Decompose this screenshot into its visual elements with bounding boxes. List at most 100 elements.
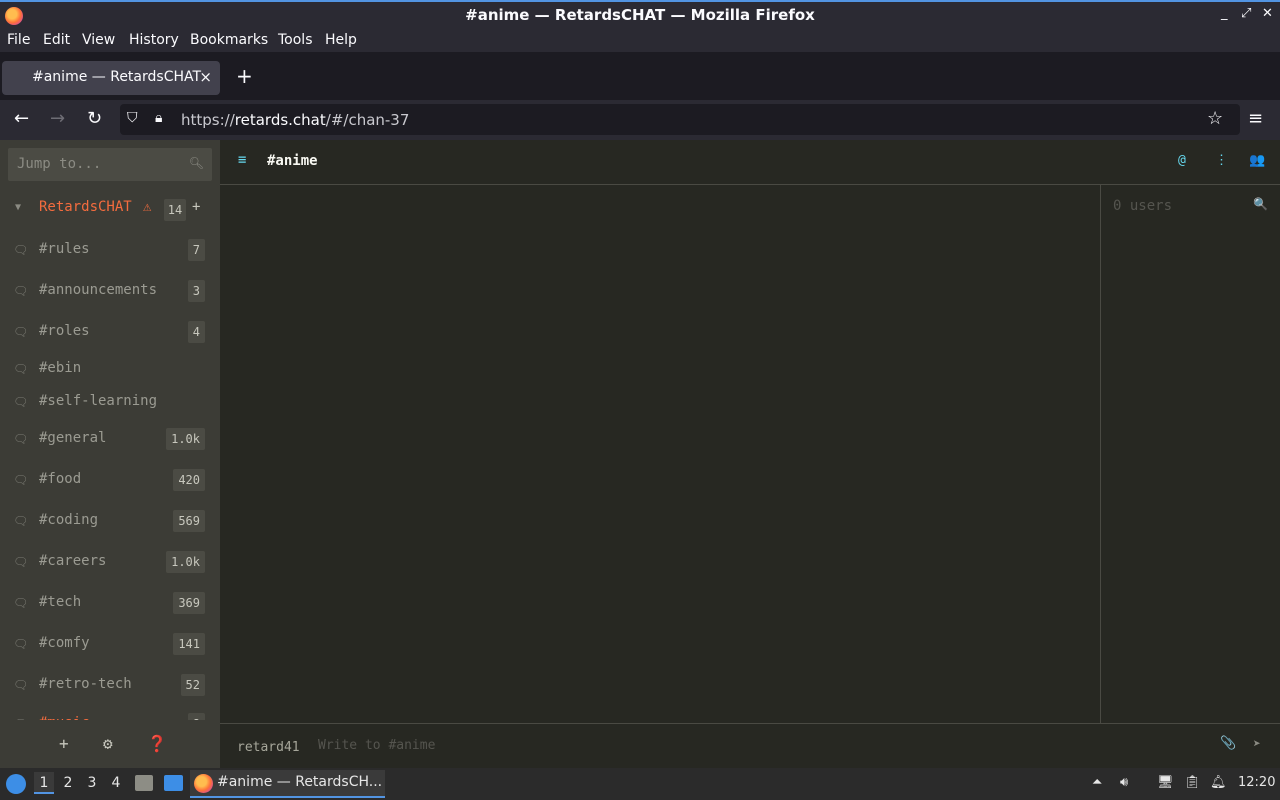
channel-name: #tech [39, 594, 82, 610]
start-menu-icon[interactable] [6, 774, 26, 794]
minimize-icon[interactable]: _ [1221, 6, 1228, 21]
workspace-4[interactable]: 4 [106, 775, 126, 791]
unread-badge: 1.0k [166, 428, 205, 450]
nickname[interactable]: retard41 [237, 740, 300, 755]
close-icon[interactable]: ✕ [1262, 6, 1273, 21]
back-icon[interactable]: ← [14, 108, 29, 129]
connect-network-button[interactable]: + [59, 734, 69, 753]
message-area [220, 185, 1100, 723]
chat-bubble-icon: 🗨︎ [13, 362, 29, 376]
volume-icon[interactable]: 🔊︎ [1120, 775, 1128, 790]
channel-name: #comfy [39, 635, 90, 651]
settings-gear-icon[interactable]: ⚙ [103, 734, 113, 753]
message-input[interactable]: Write to #anime [318, 738, 435, 753]
unread-badge: 369 [173, 592, 205, 614]
chat-bubble-icon: 🗨︎ [13, 473, 29, 487]
jump-placeholder: Jump to... [17, 156, 102, 172]
new-tab-button[interactable]: + [236, 64, 253, 88]
channel-name: #general [39, 430, 107, 446]
tab-anime[interactable]: #anime — RetardsCHAT × [2, 61, 220, 95]
mentions-icon[interactable]: @ [1178, 153, 1186, 168]
tab-title: #anime — RetardsCHAT [32, 69, 202, 85]
url-scheme: https:// [181, 111, 235, 129]
menu-edit[interactable]: Edit [43, 32, 70, 48]
unread-badge: 569 [173, 510, 205, 532]
chat-bubble-icon: 🗨︎ [13, 284, 29, 298]
channel-item[interactable]: 🗨︎ #rules 7 [0, 236, 220, 266]
channel-item[interactable]: 🗨︎ #careers 1.0k [0, 548, 220, 578]
attach-icon[interactable]: 📎 [1220, 736, 1236, 751]
network-name[interactable]: RetardsCHAT [39, 199, 132, 215]
desktop-icon[interactable] [164, 775, 183, 791]
workspace-2[interactable]: 2 [58, 775, 78, 791]
channel-name: #coding [39, 512, 99, 528]
channel-item[interactable]: 🗨︎ #ebin [0, 355, 220, 385]
user-list-toggle-icon[interactable]: 👥 [1249, 153, 1265, 168]
menu-tools[interactable]: Tools [278, 32, 313, 48]
tray-up-icon[interactable]: ⏶ [1092, 775, 1102, 790]
channel-name: #announcements [39, 282, 158, 298]
channel-item[interactable]: 🗨︎ #roles 4 [0, 318, 220, 348]
user-list: 0 users 🔍 [1100, 185, 1280, 723]
chat-bubble-icon: 🗨︎ [13, 514, 29, 528]
jump-to-input[interactable]: Jump to... 🔍︎ [8, 148, 212, 181]
menu-help[interactable]: Help [325, 32, 357, 48]
unread-badge: 52 [180, 674, 205, 696]
notification-icon[interactable]: 🔔︎ [1210, 775, 1227, 790]
more-options-icon[interactable]: ⋮ [1215, 153, 1228, 168]
shield-icon[interactable]: ⛉ [127, 110, 138, 126]
clipboard-icon[interactable]: 📋︎ [1184, 775, 1201, 790]
clock[interactable]: 12:20 [1238, 775, 1275, 790]
file-manager-icon[interactable] [135, 775, 153, 791]
window-titlebar: #anime — RetardsCHAT — Mozilla Firefox _… [0, 0, 1280, 30]
menubar: File Edit View History Bookmarks Tools H… [0, 30, 1280, 52]
user-count[interactable]: 0 users [1113, 198, 1172, 214]
forward-icon[interactable]: → [50, 108, 65, 129]
unread-badge: 3 [187, 280, 205, 302]
send-icon[interactable]: ➤ [1253, 737, 1261, 752]
collapse-arrow-icon[interactable]: ▼ [15, 202, 21, 213]
url-text[interactable]: https://retards.chat/#/chan-37 [181, 111, 409, 129]
channel-item[interactable]: 🗨︎ #retro-tech 52 [0, 671, 220, 701]
sidebar-toggle-icon[interactable]: ≡ [238, 152, 246, 168]
menu-view[interactable]: View [82, 32, 115, 48]
channel-item[interactable]: 🗨︎ #tech 369 [0, 589, 220, 619]
chat-bubble-icon: 🗨︎ [13, 432, 29, 446]
workspace-1[interactable]: 1 [34, 772, 54, 794]
network-icon[interactable]: 🖥︎ [1157, 775, 1174, 790]
bookmark-star-icon[interactable]: ☆ [1207, 108, 1223, 129]
tab-bar: #anime — RetardsCHAT × + [0, 52, 1280, 100]
workspace-3[interactable]: 3 [82, 775, 102, 791]
maximize-icon[interactable]: ⤢ [1241, 6, 1251, 21]
menu-bookmarks[interactable]: Bookmarks [190, 32, 268, 48]
menu-file[interactable]: File [7, 32, 30, 48]
lock-icon[interactable]: 🔒︎ [155, 110, 162, 126]
reload-icon[interactable]: ↻ [87, 108, 102, 129]
search-icon: 🔍︎ [188, 156, 204, 170]
chat-bubble-icon: 🗨︎ [13, 555, 29, 569]
window-title: #anime — RetardsCHAT — Mozilla Firefox [465, 6, 815, 24]
network-row[interactable]: ▼ RetardsCHAT ⚠ 14 + [0, 190, 220, 226]
tab-close-icon[interactable]: × [199, 68, 212, 86]
channel-item[interactable]: 🗨︎ #self-learning [0, 388, 220, 418]
firefox-icon [194, 774, 213, 793]
channel-header: ≡ #anime @ ⋮ 👥 [220, 140, 1280, 185]
hamburger-menu-icon[interactable]: ≡ [1248, 108, 1263, 129]
chat-bubble-icon: 🗨︎ [13, 243, 29, 257]
channel-item[interactable]: 🗨︎ #coding 569 [0, 507, 220, 537]
channel-item[interactable]: 🗨︎ #general 1.0k [0, 425, 220, 455]
url-bar[interactable]: ⛉ 🔒︎ https://retards.chat/#/chan-37 ☆ [120, 104, 1240, 135]
join-channel-button[interactable]: + [192, 199, 200, 215]
chat-bubble-icon: 🗨︎ [13, 637, 29, 651]
channel-item[interactable]: 🗨︎ #comfy 141 [0, 630, 220, 660]
chat-bubble-icon: 🗨︎ [13, 678, 29, 692]
channel-name: #careers [39, 553, 107, 569]
channel-item[interactable]: 🗨︎ #announcements 3 [0, 277, 220, 307]
help-icon[interactable]: ❓ [147, 734, 167, 753]
user-search-icon[interactable]: 🔍 [1253, 197, 1268, 211]
taskbar-firefox-task[interactable]: #anime — RetardsCH... [190, 770, 385, 798]
channel-item[interactable]: 🗨︎ #food 420 [0, 466, 220, 496]
menu-history[interactable]: History [129, 32, 179, 48]
task-title: #anime — RetardsCH... [217, 774, 383, 790]
unread-badge: 141 [173, 633, 205, 655]
